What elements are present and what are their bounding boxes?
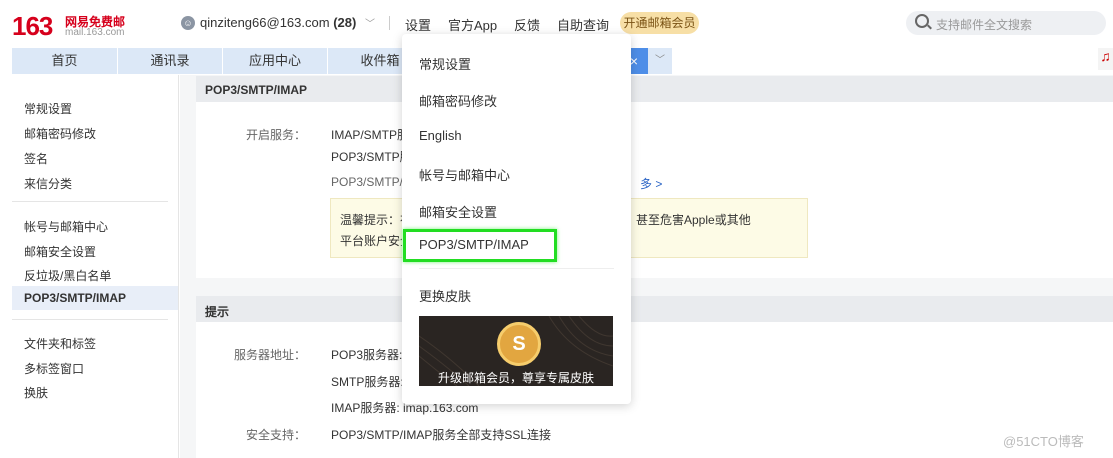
sidebar-item-pop3[interactable]: POP3/SMTP/IMAP <box>24 291 126 305</box>
account-email: qinziteng66@163.com <box>200 15 330 30</box>
account-unread-count: (28) <box>333 15 357 30</box>
section-title: 提示 <box>205 305 230 319</box>
service-label: 开启服务： <box>245 128 306 142</box>
sidebar-item-folders[interactable]: 文件夹和标签 <box>24 335 96 352</box>
menu-item-password[interactable]: 邮箱密码修改 <box>419 91 497 110</box>
banner-text: 升级邮箱会员，尊享专属皮肤 <box>437 371 594 385</box>
menu-item-general[interactable]: 常规设置 <box>419 54 471 73</box>
service-imap-smtp: IMAP/SMTP服 <box>331 128 410 142</box>
menu-item-account-center[interactable]: 帐号与邮箱中心 <box>419 165 510 184</box>
service-note: POP3/SMTP/I <box>331 175 407 189</box>
sidebar-item-security[interactable]: 邮箱安全设置 <box>24 243 96 260</box>
tab-home[interactable]: 首页 <box>12 48 118 74</box>
menu-separator <box>419 268 614 269</box>
account-switcher[interactable]: qinziteng66@163.com (28) <box>200 15 356 30</box>
menu-item-pop3[interactable]: POP3/SMTP/IMAP <box>419 237 529 252</box>
section-header <box>196 76 1113 102</box>
nav-feedback[interactable]: 反馈 <box>514 15 540 34</box>
tab-contacts[interactable]: 通讯录 <box>118 48 223 74</box>
sidebar-item-signature[interactable]: 签名 <box>24 150 48 167</box>
service-pop3-smtp: POP3/SMTP服 <box>331 150 412 164</box>
sidebar-item-account-center[interactable]: 帐号与邮箱中心 <box>24 218 108 235</box>
sidebar-item-skin[interactable]: 换肤 <box>24 384 48 401</box>
watermark: @51CTO博客 <box>1003 434 1084 449</box>
menu-item-security[interactable]: 邮箱安全设置 <box>419 202 497 221</box>
menu-item-english[interactable]: English <box>419 128 462 143</box>
sidebar-separator <box>12 201 168 202</box>
sidebar-divider <box>178 75 179 458</box>
section-title: POP3/SMTP/IMAP <box>205 83 308 97</box>
divider <box>389 16 390 30</box>
sidebar-separator <box>12 319 168 320</box>
nav-self-service[interactable]: 自助查询 <box>557 15 609 34</box>
section-header <box>196 296 1113 322</box>
nav-official-app[interactable]: 官方App <box>448 15 497 34</box>
vip-button[interactable]: 开通邮箱会员 <box>620 12 699 34</box>
music-icon[interactable]: ♫ <box>1098 48 1113 70</box>
coin-icon: S <box>497 322 541 366</box>
logo-domain: mail.163.com <box>65 27 125 38</box>
server-label: 服务器地址： <box>233 348 306 362</box>
search-input[interactable]: 支持邮件全文搜索 <box>936 16 1032 33</box>
search-icon <box>915 14 929 28</box>
nav-settings[interactable]: 设置 <box>405 15 431 34</box>
chevron-down-icon[interactable]: ﹀ <box>365 15 375 30</box>
sidebar-item-general[interactable]: 常规设置 <box>24 100 72 117</box>
tip-text-line1-end: 甚至危害Apple或其他 <box>636 213 751 227</box>
logo-number[interactable]: 163 <box>12 11 53 42</box>
tab-app-center[interactable]: 应用中心 <box>223 48 328 74</box>
user-icon[interactable]: ☺ <box>181 16 195 30</box>
sidebar-item-spam[interactable]: 反垃圾/黑白名单 <box>24 267 111 284</box>
more-link[interactable]: 多 > <box>640 175 662 192</box>
smtp-server: SMTP服务器: s <box>331 375 414 389</box>
menu-item-skin[interactable]: 更换皮肤 <box>419 286 471 305</box>
ssl-value: POP3/SMTP/IMAP服务全部支持SSL连接 <box>331 428 552 442</box>
sidebar-item-mail-filter[interactable]: 来信分类 <box>24 175 72 192</box>
chevron-down-icon[interactable]: ﹀ <box>650 48 670 74</box>
sidebar-item-multi-tab[interactable]: 多标签窗口 <box>24 360 84 377</box>
sidebar-item-password[interactable]: 邮箱密码修改 <box>24 125 96 142</box>
ssl-label: 安全支持： <box>245 428 306 442</box>
pop3-server: POP3服务器: p <box>331 348 413 362</box>
